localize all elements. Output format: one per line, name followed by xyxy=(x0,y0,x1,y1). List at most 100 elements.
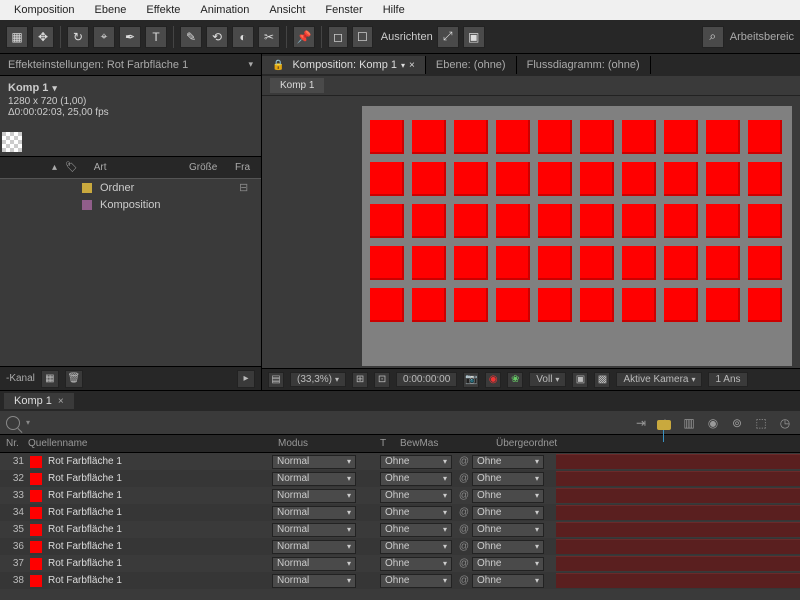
track-matte-dropdown[interactable]: Ohne▾ xyxy=(380,506,452,520)
layer-bar[interactable] xyxy=(556,505,800,520)
pickwhip-icon[interactable]: @ xyxy=(456,507,472,518)
col-t[interactable]: T xyxy=(380,438,400,449)
col-size[interactable]: Größe xyxy=(189,162,233,173)
blend-mode-dropdown[interactable]: Normal▾ xyxy=(272,574,356,588)
blend-mode-dropdown[interactable]: Normal▾ xyxy=(272,523,356,537)
comp-breadcrumb-item[interactable]: Komp 1 xyxy=(270,78,324,93)
resolution-icon[interactable]: ⊞ xyxy=(352,372,368,388)
graph-icon[interactable]: ⬚ xyxy=(752,414,770,432)
layer-name[interactable]: Rot Farbfläche 1 xyxy=(48,558,272,569)
roi-icon[interactable]: ▣ xyxy=(572,372,588,388)
pickwhip-icon[interactable]: @ xyxy=(456,524,472,535)
brush-tool-icon[interactable]: ✎ xyxy=(180,26,202,48)
timeline-layer-row[interactable]: 34Rot Farbfläche 1Normal▾Ohne▾@Ohne▾ xyxy=(0,504,800,521)
zoom-dropdown[interactable]: (33,3%)▾ xyxy=(290,372,346,387)
pickwhip-icon[interactable]: @ xyxy=(456,558,472,569)
chevron-down-icon[interactable]: ▾ xyxy=(26,418,30,427)
project-item-comp[interactable]: Komposition xyxy=(0,196,261,213)
blend-mode-dropdown[interactable]: Normal▾ xyxy=(272,455,356,469)
chevron-right-icon[interactable]: ▸ xyxy=(237,370,255,388)
layer-bar[interactable] xyxy=(556,454,800,469)
layer-color-swatch[interactable] xyxy=(30,507,42,519)
search-icon[interactable]: ⌕ xyxy=(702,26,724,48)
project-item-folder[interactable]: Ordner ⊟ xyxy=(0,179,261,196)
col-uebergeordnet[interactable]: Übergeordnet xyxy=(496,438,606,449)
layer-bar[interactable] xyxy=(556,539,800,554)
canvas[interactable] xyxy=(362,106,792,366)
layer-name[interactable]: Rot Farbfläche 1 xyxy=(48,541,272,552)
col-modus[interactable]: Modus xyxy=(278,438,380,449)
blend-mode-dropdown[interactable]: Normal▾ xyxy=(272,540,356,554)
pin-tool-icon[interactable]: 📌 xyxy=(293,26,315,48)
layer-color-swatch[interactable] xyxy=(30,541,42,553)
viewer-tab-ebene[interactable]: Ebene: (ohne) xyxy=(426,56,517,74)
camera-tool-icon[interactable]: ⌖ xyxy=(93,26,115,48)
layer-name[interactable]: Rot Farbfläche 1 xyxy=(48,490,272,501)
text-tool-icon[interactable]: T xyxy=(145,26,167,48)
hierarchy-icon[interactable]: ⊟ xyxy=(239,181,253,195)
menu-ansicht[interactable]: Ansicht xyxy=(259,1,315,19)
align-checkbox[interactable]: ☐ xyxy=(352,26,373,48)
col-nr[interactable]: Nr. xyxy=(0,438,28,449)
timeline-layer-row[interactable]: 35Rot Farbfläche 1Normal▾Ohne▾@Ohne▾ xyxy=(0,521,800,538)
autokeyframe-icon[interactable]: ◷ xyxy=(776,414,794,432)
parent-dropdown[interactable]: Ohne▾ xyxy=(472,540,544,554)
layer-name[interactable]: Rot Farbfläche 1 xyxy=(48,507,272,518)
selection-tool-icon[interactable]: ▦ xyxy=(6,26,28,48)
track-matte-dropdown[interactable]: Ohne▾ xyxy=(380,557,452,571)
track-matte-dropdown[interactable]: Ohne▾ xyxy=(380,523,452,537)
blend-mode-dropdown[interactable]: Normal▾ xyxy=(272,472,356,486)
col-bewmas[interactable]: BewMas xyxy=(400,438,496,449)
chevron-down-icon[interactable]: ▾ xyxy=(401,61,405,70)
parent-dropdown[interactable]: Ohne▾ xyxy=(472,472,544,486)
track-matte-dropdown[interactable]: Ohne▾ xyxy=(380,455,452,469)
clone-tool-icon[interactable]: ⟲ xyxy=(206,26,228,48)
blend-mode-dropdown[interactable]: Normal▾ xyxy=(272,557,356,571)
layer-name[interactable]: Rot Farbfläche 1 xyxy=(48,473,272,484)
shy-toggle-icon[interactable]: ⇥ xyxy=(632,414,650,432)
snap-icon[interactable]: ⤢ xyxy=(437,26,459,48)
layer-name[interactable]: Rot Farbfläche 1 xyxy=(48,575,272,586)
timeline-layer-row[interactable]: 31Rot Farbfläche 1Normal▾Ohne▾@Ohne▾ xyxy=(0,453,800,470)
close-icon[interactable]: × xyxy=(58,396,64,407)
pickwhip-icon[interactable]: @ xyxy=(456,473,472,484)
track-matte-dropdown[interactable]: Ohne▾ xyxy=(380,540,452,554)
track-matte-dropdown[interactable]: Ohne▾ xyxy=(380,574,452,588)
chevron-down-icon[interactable]: ▾ xyxy=(248,59,253,70)
hand-tool-icon[interactable]: ✥ xyxy=(32,26,54,48)
col-art[interactable]: Art xyxy=(94,162,187,173)
sort-icon[interactable]: ▴ xyxy=(52,162,57,173)
playhead[interactable] xyxy=(654,420,674,448)
motionblur-icon[interactable]: ◉ xyxy=(704,414,722,432)
layer-bar[interactable] xyxy=(556,573,800,588)
layer-name[interactable]: Rot Farbfläche 1 xyxy=(48,456,272,467)
layer-bar[interactable] xyxy=(556,556,800,571)
menu-komposition[interactable]: Komposition xyxy=(4,1,85,19)
close-icon[interactable]: × xyxy=(409,60,415,71)
layer-bar[interactable] xyxy=(556,522,800,537)
layer-color-swatch[interactable] xyxy=(30,524,42,536)
trash-icon[interactable]: 🗑 xyxy=(65,370,83,388)
effects-panel-header[interactable]: Effekteinstellungen: Rot Farbfläche 1 ▾ xyxy=(0,54,261,76)
blend-mode-dropdown[interactable]: Normal▾ xyxy=(272,506,356,520)
bit-depth-button[interactable]: ▦ xyxy=(41,370,59,388)
grid-icon[interactable]: ▣ xyxy=(463,26,485,48)
pickwhip-icon[interactable]: @ xyxy=(456,456,472,467)
timeline-layer-row[interactable]: 32Rot Farbfläche 1Normal▾Ohne▾@Ohne▾ xyxy=(0,470,800,487)
views-dropdown[interactable]: 1 Ans xyxy=(708,372,747,387)
timeline-layer-row[interactable]: 37Rot Farbfläche 1Normal▾Ohne▾@Ohne▾ xyxy=(0,555,800,572)
pickwhip-icon[interactable]: @ xyxy=(456,490,472,501)
timeline-layer-row[interactable]: 33Rot Farbfläche 1Normal▾Ohne▾@Ohne▾ xyxy=(0,487,800,504)
track-matte-dropdown[interactable]: Ohne▾ xyxy=(380,489,452,503)
transparency-icon[interactable]: ▩ xyxy=(594,372,610,388)
track-matte-dropdown[interactable]: Ohne▾ xyxy=(380,472,452,486)
parent-dropdown[interactable]: Ohne▾ xyxy=(472,455,544,469)
col-framerate[interactable]: Fra xyxy=(235,162,255,173)
snap-toggle[interactable]: ◻ xyxy=(328,26,348,48)
camera-dropdown[interactable]: Aktive Kamera▾ xyxy=(616,372,702,387)
guides-icon[interactable]: ⊡ xyxy=(374,372,390,388)
layer-name[interactable]: Rot Farbfläche 1 xyxy=(48,524,272,535)
resolution-dropdown[interactable]: Voll▾ xyxy=(529,372,566,387)
parent-dropdown[interactable]: Ohne▾ xyxy=(472,574,544,588)
viewer-tab-komposition[interactable]: 🔒 Komposition: Komp 1 ▾ × xyxy=(262,56,426,74)
